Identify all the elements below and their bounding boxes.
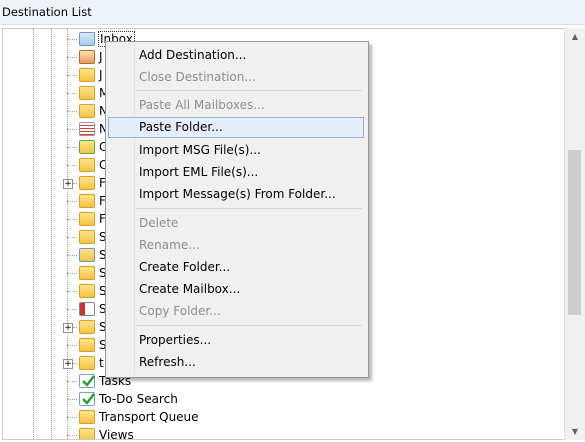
tree-node-label: To-Do Search xyxy=(99,392,178,406)
expand-plus-icon[interactable]: + xyxy=(63,359,73,369)
menu-item-import-msg[interactable]: Import MSG File(s)... xyxy=(108,140,364,160)
menu-item-label: Import Message(s) From Folder... xyxy=(139,187,336,201)
tree-node-label: J xyxy=(99,50,103,64)
menu-item-label: Add Destination... xyxy=(139,48,247,62)
todo-search-icon xyxy=(79,392,95,406)
destination-list-header: Destination List xyxy=(0,0,585,25)
menu-item-label: Import MSG File(s)... xyxy=(139,143,261,157)
folder-icon xyxy=(79,284,95,298)
folder-icon xyxy=(79,356,95,370)
menu-item-label: Paste Folder... xyxy=(139,120,223,134)
menu-item-label: Paste All Mailboxes... xyxy=(139,98,265,112)
folder-icon xyxy=(79,176,95,190)
folder-icon xyxy=(79,158,95,172)
folder-icon xyxy=(79,194,95,208)
tree-node-views[interactable]: Views xyxy=(3,427,523,440)
folder-icon xyxy=(79,212,95,226)
menu-item-label: Refresh... xyxy=(139,355,196,369)
menu-item-create-mailbox[interactable]: Create Mailbox... xyxy=(108,279,364,299)
folder-icon xyxy=(79,410,95,424)
tree-node-todo-search[interactable]: To-Do Search xyxy=(3,391,523,409)
menu-item-label: Delete xyxy=(139,216,179,230)
tree-node-transport-queue[interactable]: Transport Queue xyxy=(3,409,523,427)
menu-item-label: Create Mailbox... xyxy=(139,282,241,296)
menu-item-label: Properties... xyxy=(139,333,212,347)
folder-icon xyxy=(79,428,95,439)
menu-item-copy-folder[interactable]: Copy Folder... xyxy=(108,301,364,321)
menu-separator xyxy=(136,208,362,209)
menu-item-import-eml[interactable]: Import EML File(s)... xyxy=(108,162,364,182)
scrollbar-thumb[interactable] xyxy=(568,150,581,315)
menu-item-rename[interactable]: Rename... xyxy=(108,235,364,255)
menu-separator xyxy=(136,325,362,326)
folder-icon xyxy=(79,230,95,244)
tree-node-label: Views xyxy=(99,428,134,440)
expand-plus-icon[interactable]: + xyxy=(63,323,73,333)
menu-item-refresh[interactable]: Refresh... xyxy=(108,352,364,372)
search-folder-icon xyxy=(79,248,95,262)
menu-item-add-destination[interactable]: Add Destination... xyxy=(108,45,364,65)
vertical-scrollbar[interactable]: ▲ ▼ xyxy=(564,28,585,440)
folder-icon xyxy=(79,320,95,334)
tree-node-label: J xyxy=(99,68,103,82)
folder-icon xyxy=(79,338,95,352)
menu-item-label: Rename... xyxy=(139,238,200,252)
menu-item-label: Create Folder... xyxy=(139,260,231,274)
tree-node-label: Transport Queue xyxy=(99,410,199,424)
scroll-down-arrow-icon[interactable]: ▼ xyxy=(565,423,585,440)
menu-separator xyxy=(136,90,362,91)
notes-icon xyxy=(79,122,95,136)
header-title: Destination List xyxy=(2,5,92,19)
folder-icon xyxy=(79,104,95,118)
tasks-icon xyxy=(79,374,95,388)
menu-item-import-from-folder[interactable]: Import Message(s) From Folder... xyxy=(108,184,364,204)
inbox-icon xyxy=(79,32,95,46)
context-menu: Add Destination... Close Destination... … xyxy=(105,41,369,378)
contacts-icon xyxy=(79,302,95,316)
expand-plus-icon[interactable]: + xyxy=(63,179,73,189)
tree-node-label: t xyxy=(99,356,104,370)
menu-item-properties[interactable]: Properties... xyxy=(108,330,364,350)
folder-icon xyxy=(79,266,95,280)
menu-item-close-destination[interactable]: Close Destination... xyxy=(108,67,364,87)
menu-item-paste-folder[interactable]: Paste Folder... xyxy=(108,117,364,138)
menu-item-create-folder[interactable]: Create Folder... xyxy=(108,257,364,277)
journal-icon xyxy=(79,50,95,64)
menu-item-label: Close Destination... xyxy=(139,70,256,84)
scroll-up-arrow-icon[interactable]: ▲ xyxy=(565,28,585,45)
menu-item-label: Copy Folder... xyxy=(139,304,221,318)
folder-icon xyxy=(79,86,95,100)
outbox-icon xyxy=(79,140,95,154)
menu-item-paste-all-mailboxes[interactable]: Paste All Mailboxes... xyxy=(108,95,364,115)
menu-item-delete[interactable]: Delete xyxy=(108,213,364,233)
menu-item-label: Import EML File(s)... xyxy=(139,165,259,179)
folder-icon xyxy=(79,68,95,82)
